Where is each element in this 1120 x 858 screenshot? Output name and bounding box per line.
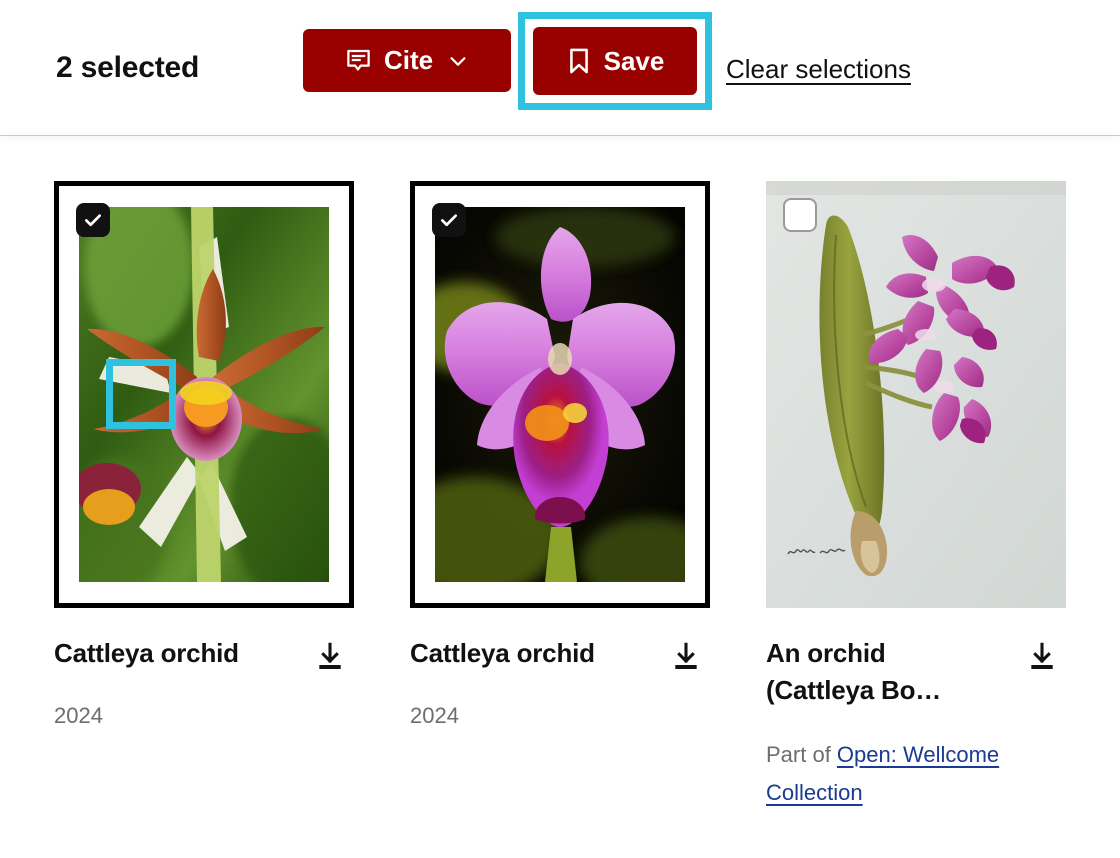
result-checkbox-unchecked[interactable] [783, 198, 817, 232]
result-date: 2024 [410, 703, 459, 728]
save-button-label: Save [603, 45, 665, 76]
result-card: Cattleya orchid 2024 [54, 181, 354, 812]
result-date: 2024 [54, 703, 103, 728]
result-thumbnail[interactable] [410, 181, 710, 608]
result-thumbnail[interactable] [54, 181, 354, 608]
result-title[interactable]: Cattleya orchid [410, 635, 595, 672]
cite-button[interactable]: Cite [303, 29, 511, 92]
cite-button-label: Cite [383, 45, 434, 75]
save-button-highlight: Save [518, 12, 712, 110]
part-of-prefix: Part of [766, 742, 837, 767]
save-button-highlight-inner: Save [525, 19, 705, 103]
result-checkbox-checked[interactable] [76, 203, 110, 237]
download-icon[interactable] [314, 641, 346, 673]
result-card: Cattleya orchid 2024 [410, 181, 710, 812]
orchid-illustration-3 [766, 181, 1066, 608]
checkbox-checked-icon [439, 210, 459, 230]
orchid-photo-2 [435, 207, 685, 582]
result-thumbnail[interactable] [766, 181, 1066, 608]
orchid-photo-1 [79, 207, 329, 582]
result-checkbox-checked[interactable] [432, 203, 466, 237]
clear-selections-link[interactable]: Clear selections [726, 52, 911, 86]
result-title[interactable]: Cattleya orchid [54, 635, 239, 672]
selection-toolbar: 2 selected Cite Save Clear selections [0, 0, 1120, 136]
bookmark-icon [566, 47, 592, 75]
chevron-down-icon [447, 50, 469, 72]
result-metadata: An orchid (Cattleya Bo… Part of Open: We… [766, 608, 1066, 812]
result-title[interactable]: An orchid (Cattleya Bo… [766, 635, 981, 709]
checkbox-checked-icon [83, 210, 103, 230]
selected-count-label: 2 selected [56, 51, 200, 84]
download-icon[interactable] [670, 641, 702, 673]
download-icon[interactable] [1026, 641, 1058, 673]
cite-speech-bubble-icon [345, 47, 372, 74]
save-button[interactable]: Save [533, 27, 697, 95]
result-part-of: Part of Open: Wellcome Collection [766, 736, 1051, 812]
result-card: An orchid (Cattleya Bo… Part of Open: We… [766, 181, 1066, 812]
results-grid: Cattleya orchid 2024 Cattleya orchid 202… [0, 136, 1120, 812]
result-metadata: Cattleya orchid 2024 [54, 608, 354, 731]
result-metadata: Cattleya orchid 2024 [410, 608, 710, 731]
